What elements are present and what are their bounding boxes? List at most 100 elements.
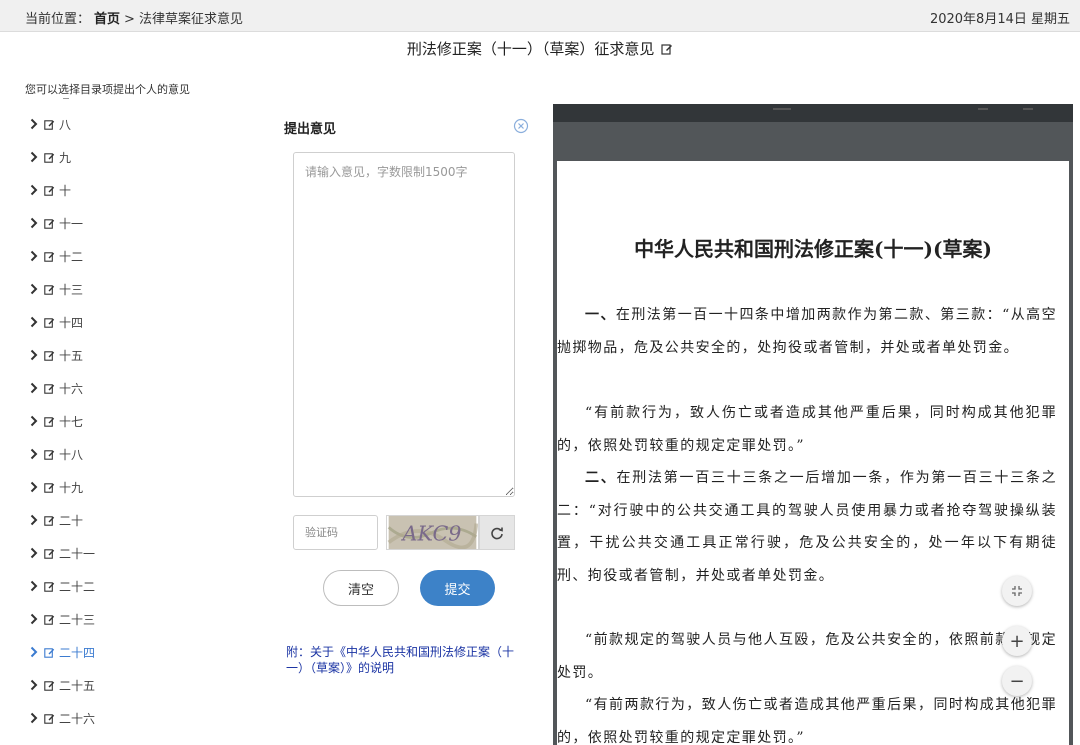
toolbar-mark (978, 108, 988, 110)
toc-item[interactable]: 八 (30, 114, 71, 134)
refresh-icon (491, 527, 503, 539)
clear-button[interactable]: 清空 (323, 570, 399, 606)
edit-icon (44, 317, 55, 328)
edit-icon (44, 383, 55, 394)
toc-item[interactable]: 二十一 (30, 543, 95, 563)
chevron-right-icon (30, 349, 38, 361)
toc-item[interactable]: 十九 (30, 477, 83, 497)
toc-item-label: 二十 (59, 513, 84, 528)
chevron-right-icon (30, 448, 38, 460)
toc-item-label: 十一 (59, 216, 84, 231)
edit-icon (44, 350, 55, 361)
captcha-text: AKC9 (401, 522, 462, 546)
toc-item[interactable]: 二十六 (30, 708, 95, 728)
toc-item[interactable]: 十二 (30, 246, 83, 266)
zoom-out-button[interactable]: − (1002, 666, 1032, 696)
toc-item-label: 八 (59, 117, 72, 132)
toc-scroll-marker (63, 98, 69, 99)
captcha-input[interactable] (293, 515, 378, 550)
toc-item[interactable]: 二十四 (30, 642, 95, 662)
chevron-right-icon (30, 382, 38, 394)
toc-item[interactable]: 九 (30, 147, 71, 167)
toc-item-label: 十七 (59, 414, 84, 429)
toc-item-label: 十九 (59, 480, 84, 495)
toc-item[interactable]: 十八 (30, 444, 83, 464)
document-paragraph: “有前两款行为，致人伤亡或者造成其他严重后果，同时构成其他犯罪的，依照处罚较重的… (557, 697, 1057, 745)
close-icon[interactable] (513, 118, 529, 134)
paragraph-text: 在刑法第一百三十三条之一后增加一条，作为第一百三十三条之二：“对行驶中的公共交通… (557, 470, 1057, 584)
toc-item[interactable]: 二十三 (30, 609, 95, 629)
edit-icon (44, 449, 55, 460)
breadcrumb-current: 法律草案征求意见 (138, 12, 243, 27)
current-date: 2020年8月14日 星期五 (929, 12, 1070, 27)
chevron-right-icon (30, 217, 38, 229)
toc-item-label: 十四 (59, 315, 84, 330)
opinion-textarea[interactable] (293, 152, 515, 497)
edit-icon (44, 284, 55, 295)
toc-item[interactable]: 二十 (30, 510, 83, 530)
edit-icon (44, 680, 55, 691)
viewer-toolbar (553, 104, 1073, 122)
toc-item-label: 十五 (59, 348, 84, 363)
toc-item[interactable]: 十四 (30, 312, 83, 332)
chevron-right-icon (30, 118, 38, 130)
toc-item[interactable]: 十六 (30, 378, 83, 398)
paragraph-text: 在刑法第一百一十四条中增加两款作为第二款、第三款：“从高空抛掷物品，危及公共安全… (557, 307, 1057, 356)
explanation-link[interactable]: 附：关于《中华人民共和国刑法修正案（十一）（草案）》的说明 (286, 644, 526, 676)
breadcrumb-prefix: 当前位置： (25, 12, 91, 27)
document-page: 中华人民共和国刑法修正案(十一)(草案) 一、在刑法第一百一十四条中增加两款作为… (557, 161, 1069, 745)
toc-item[interactable]: 二十二 (30, 576, 95, 596)
toc-item-label: 九 (59, 150, 72, 165)
toc-item-label: 十 (59, 183, 72, 198)
edit-icon (44, 251, 55, 262)
edit-icon (44, 515, 55, 526)
refresh-captcha-button[interactable] (479, 515, 515, 550)
chevron-right-icon (30, 283, 38, 295)
submit-button[interactable]: 提交 (420, 570, 495, 606)
chevron-right-icon (30, 712, 38, 724)
fit-page-button[interactable] (1002, 576, 1032, 606)
edit-icon (44, 185, 55, 196)
toc-item[interactable]: 十 (30, 180, 71, 200)
toc-item-label: 十二 (59, 249, 84, 264)
chevron-right-icon (30, 250, 38, 262)
edit-icon (44, 581, 55, 592)
toc-item-label: 二十一 (59, 546, 96, 561)
breadcrumb-home-link[interactable]: 首页 (94, 12, 120, 27)
chevron-right-icon (30, 415, 38, 427)
toc-item[interactable]: 十五 (30, 345, 83, 365)
captcha-image: AKC9 (386, 515, 479, 550)
chevron-right-icon (30, 646, 38, 658)
chevron-right-icon (30, 481, 38, 493)
chevron-right-icon (30, 580, 38, 592)
article-number: 一、 (585, 307, 616, 323)
toolbar-mark (773, 108, 791, 110)
chevron-right-icon (30, 514, 38, 526)
toc-item[interactable]: 十一 (30, 213, 83, 233)
toc-item[interactable]: 十七 (30, 411, 83, 431)
zoom-in-button[interactable]: + (1002, 626, 1032, 656)
document-paragraph: “前款规定的驾驶人员与他人互殴，危及公共安全的，依照前款的规定处罚。 (557, 632, 1057, 681)
toc-item-label: 二十二 (59, 579, 96, 594)
collapse-icon (1012, 586, 1022, 596)
toc-item[interactable]: 十三 (30, 279, 83, 299)
top-bar: 当前位置： 首页 > 法律草案征求意见 2020年8月14日 星期五 (0, 0, 1080, 32)
edit-icon (661, 44, 673, 55)
toc-item-label: 十三 (59, 282, 84, 297)
toc-item-label: 二十五 (59, 678, 96, 693)
document-paragraph: 二、在刑法第一百三十三条之一后增加一条，作为第一百三十三条之二：“对行驶中的公共… (557, 462, 1057, 592)
toc-hint: 您可以选择目录项提出个人的意见 (25, 83, 190, 96)
edit-icon (44, 548, 55, 559)
breadcrumb-separator: > (124, 12, 135, 27)
edit-icon (44, 713, 55, 724)
toc-item[interactable]: 二十五 (30, 675, 95, 695)
edit-icon (44, 482, 55, 493)
toc-item-label: 二十三 (59, 612, 96, 627)
chevron-right-icon (30, 679, 38, 691)
chevron-right-icon (30, 184, 38, 196)
article-number: 二、 (585, 470, 617, 486)
toc-item-label: 十六 (59, 381, 84, 396)
edit-icon (44, 152, 55, 163)
edit-icon (44, 119, 55, 130)
document-viewer[interactable]: 中华人民共和国刑法修正案(十一)(草案) 一、在刑法第一百一十四条中增加两款作为… (553, 104, 1073, 745)
